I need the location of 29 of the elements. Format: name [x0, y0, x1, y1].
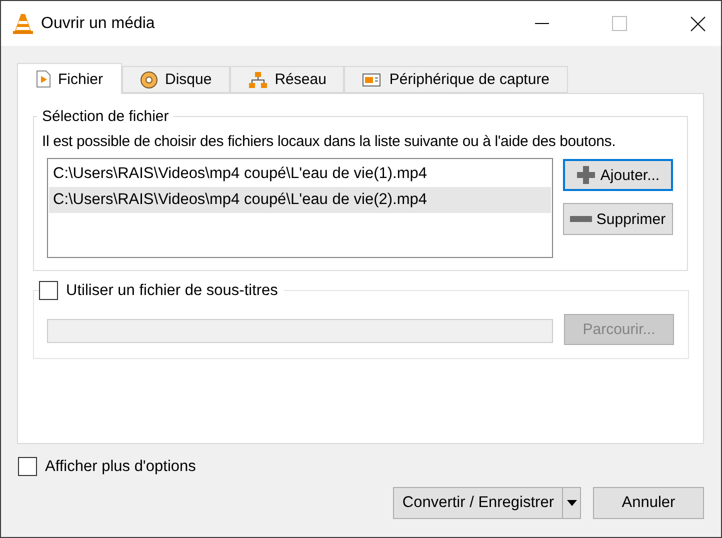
split-button[interactable]: Convertir / Enregistrer	[393, 487, 581, 519]
minus-icon	[570, 215, 592, 223]
close-icon	[690, 16, 706, 32]
file-list-item[interactable]: C:\Users\RAIS\Videos\mp4 coupé\L'eau de vie(2).mp4	[49, 187, 551, 213]
tab[interactable]: Fichier	[17, 63, 122, 94]
maximize-icon	[612, 16, 628, 32]
disc-icon	[140, 70, 158, 88]
file-list[interactable]: C:\Users\RAIS\Videos\mp4 coupé\L'eau de vie(1).mp4 C:\Users\RAIS\Videos\mp4 coupé\L'eau de vie(2).mp4	[47, 158, 553, 258]
instruction-text: Il est possible de choisir des fichiers locaux dans la liste suivante ou à l'aide des boutons.	[42, 133, 617, 150]
remove-button[interactable]: Supprimer	[563, 203, 673, 235]
traffic-cone-icon	[13, 12, 33, 34]
network-icon	[248, 70, 268, 88]
plus-icon	[576, 165, 596, 185]
checkbox-label: Utiliser un fichier de sous-titres	[66, 282, 278, 300]
caret-icon	[566, 500, 576, 506]
cancel-button[interactable]: Annuler	[593, 487, 704, 519]
group-title: Sélection de fichier	[41, 108, 170, 125]
capture-card-icon	[362, 72, 382, 88]
minimize-icon	[535, 22, 549, 24]
checkbox-label: Afficher plus d'options	[45, 458, 196, 476]
checkbox[interactable]	[39, 281, 58, 300]
checkbox[interactable]	[18, 457, 37, 476]
tab[interactable]: Périphérique de capture	[344, 66, 568, 93]
convert-button[interactable]: Convertir / Enregistrer	[394, 488, 563, 518]
tab[interactable]: Disque	[122, 66, 230, 93]
tab[interactable]: Réseau	[230, 66, 344, 93]
window-title: Ouvrir un média	[41, 14, 156, 32]
file-play-icon	[36, 70, 51, 88]
add-button[interactable]: Ajouter...	[563, 159, 673, 191]
